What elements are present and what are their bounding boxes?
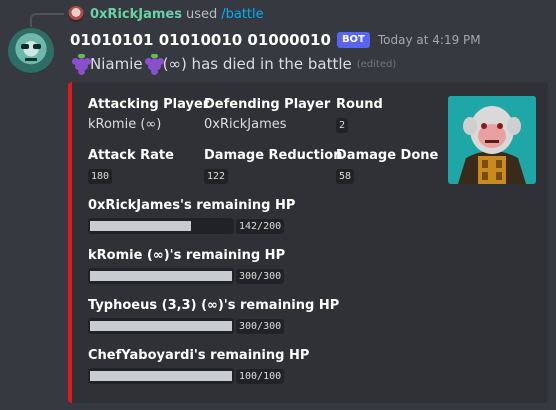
field-value: 0xRickJames xyxy=(204,117,287,132)
message-text-name: Niamie xyxy=(90,55,143,73)
hp-field-name: 0xRickJames's remaining HP xyxy=(88,198,296,213)
hp-value: 300/300 xyxy=(236,268,285,284)
field-value: 122 xyxy=(204,169,229,184)
edited-label: (edited) xyxy=(356,58,397,70)
reply-context[interactable]: 0xRickJames used /battle xyxy=(68,5,264,23)
field-value: 180 xyxy=(88,169,113,184)
bot-avatar[interactable] xyxy=(8,28,54,74)
hp-value: 100/100 xyxy=(236,368,285,384)
battle-embed: Attacking Player kRomie (∞) Defending Pl… xyxy=(68,82,548,403)
field-attacking-player: Attacking Player kRomie (∞) xyxy=(88,97,209,132)
hp-field-name: kRomie (∞)'s remaining HP xyxy=(88,248,286,263)
hp-value: 300/300 xyxy=(236,318,285,334)
hp-field-1: kRomie (∞)'s remaining HP 300/300 xyxy=(88,248,285,284)
hp-bar xyxy=(88,368,234,384)
message-text-rest: (∞) has died in the battle xyxy=(162,55,352,73)
hp-bar xyxy=(88,318,234,334)
hp-bar xyxy=(88,218,234,234)
hp-field-name: ChefYaboyardi's remaining HP xyxy=(88,348,310,363)
hp-field-0: 0xRickJames's remaining HP 142/200 xyxy=(88,198,295,234)
grapes-emoji-icon xyxy=(143,54,164,75)
message-content: Niamie (∞) has died in the battle (edite… xyxy=(70,54,397,75)
bot-tag: BOT xyxy=(336,32,370,48)
reply-connector xyxy=(30,13,64,27)
grapes-emoji-icon xyxy=(70,54,91,75)
field-value: 58 xyxy=(336,169,355,184)
field-name: Attacking Player xyxy=(88,97,210,112)
field-name: Damage Done xyxy=(336,148,439,163)
field-round: Round 2 xyxy=(336,97,383,133)
field-value: 2 xyxy=(336,118,349,133)
field-value: kRomie (∞) xyxy=(88,117,162,132)
field-name: Round xyxy=(336,97,383,112)
field-damage-reduction: Damage Reduction 122 xyxy=(204,148,342,184)
field-name: Defending Player xyxy=(204,97,331,112)
hp-field-2: Typhoeus (3,3) (∞)'s remaining HP 300/30… xyxy=(88,298,339,334)
hp-field-3: ChefYaboyardi's remaining HP 100/100 xyxy=(88,348,309,384)
field-name: Damage Reduction xyxy=(204,148,343,163)
message-header: 01010101 01010010 01000010 BOT Today at … xyxy=(70,31,481,49)
field-damage-done: Damage Done 58 xyxy=(336,148,438,184)
field-attack-rate: Attack Rate 180 xyxy=(88,148,174,184)
message-timestamp[interactable]: Today at 4:19 PM xyxy=(378,33,481,47)
embed-thumbnail-image[interactable] xyxy=(448,96,536,184)
reply-username[interactable]: 0xRickJames xyxy=(90,7,182,22)
bot-username[interactable]: 01010101 01010010 01000010 xyxy=(70,31,331,49)
hp-field-name: Typhoeus (3,3) (∞)'s remaining HP xyxy=(88,298,340,313)
reply-user-avatar[interactable] xyxy=(68,6,84,22)
field-defending-player: Defending Player 0xRickJames xyxy=(204,97,330,132)
field-name: Attack Rate xyxy=(88,148,174,163)
hp-value: 142/200 xyxy=(236,218,285,234)
reply-command[interactable]: /battle xyxy=(221,7,263,22)
hp-bar xyxy=(88,268,234,284)
reply-used-text: used xyxy=(185,6,218,22)
